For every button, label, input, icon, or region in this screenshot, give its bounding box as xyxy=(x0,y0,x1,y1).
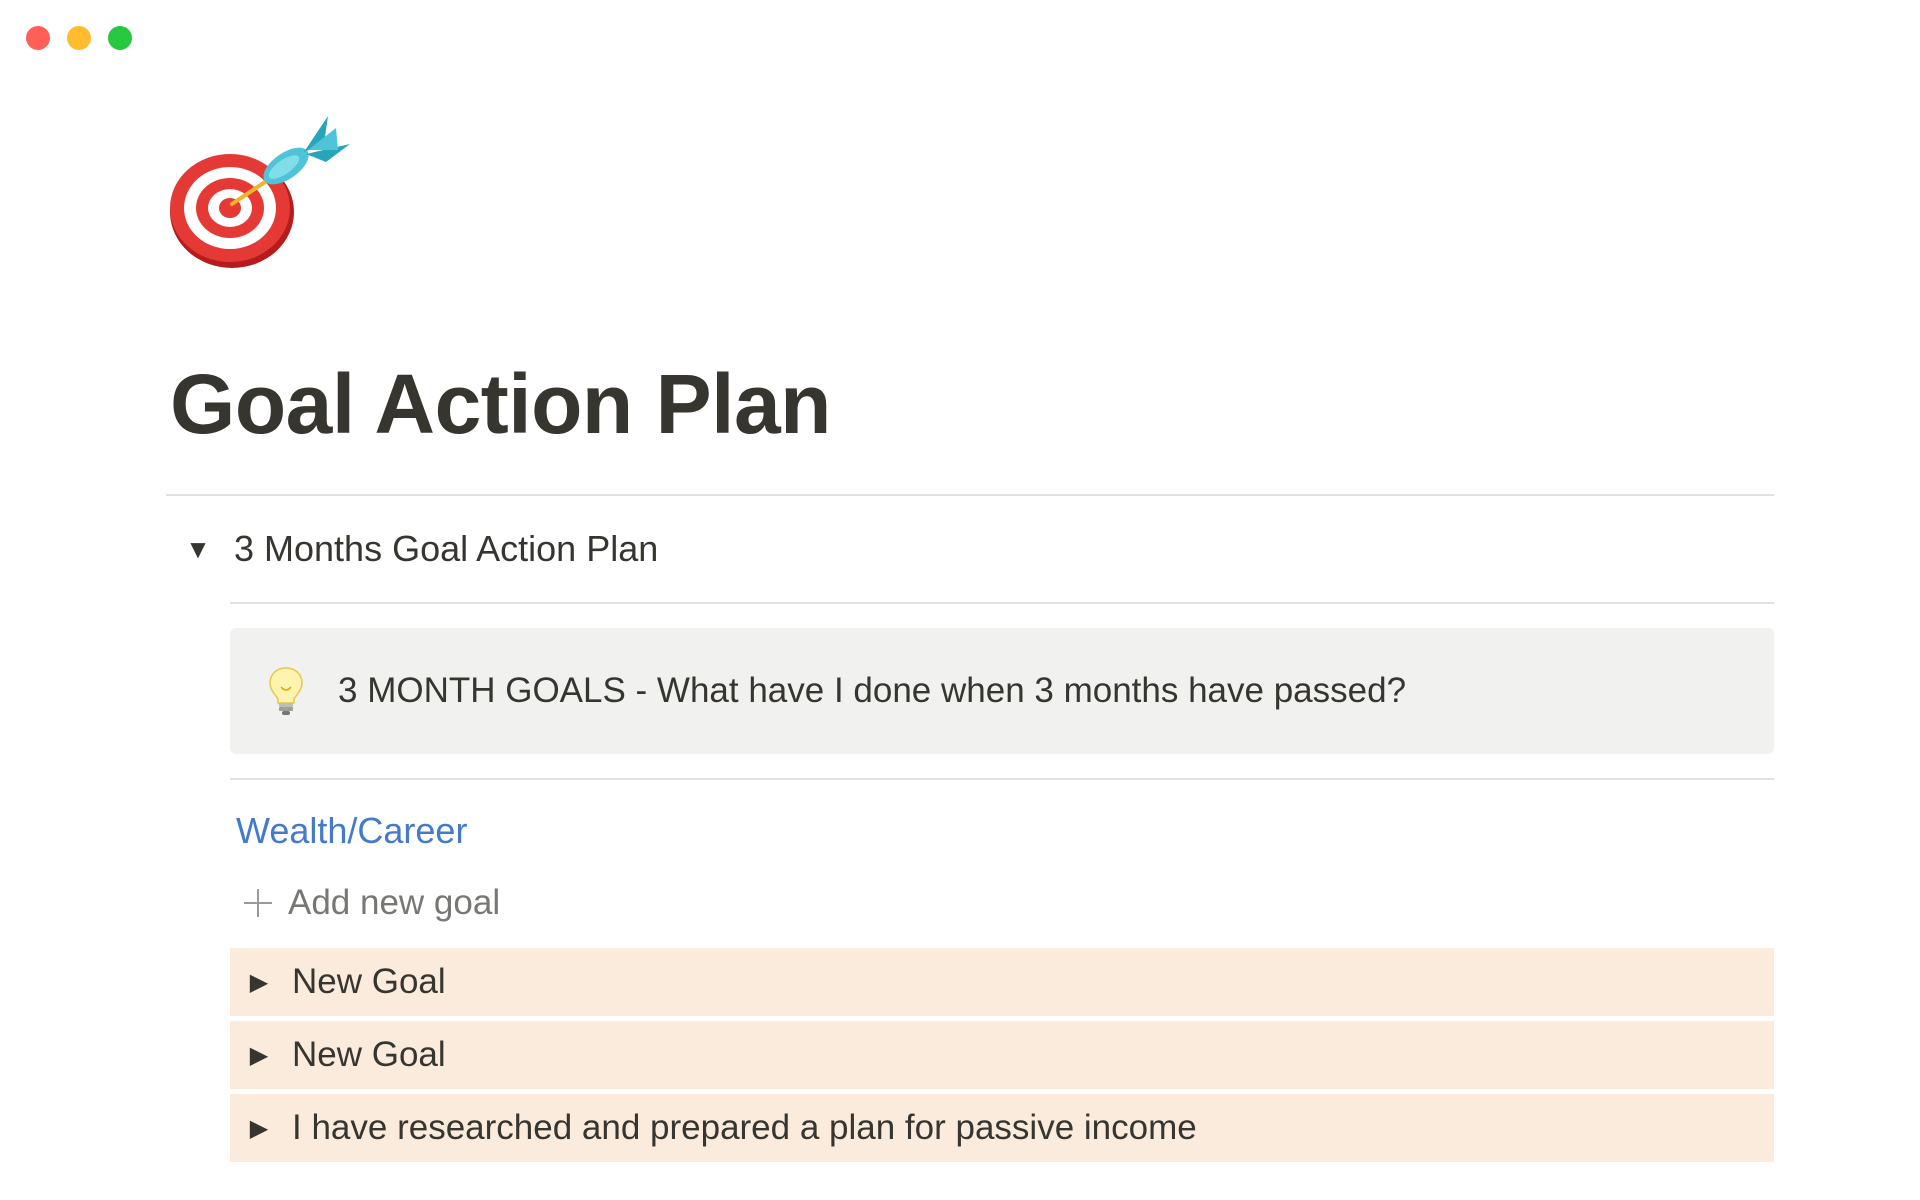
goal-list: ▶ New Goal ▶ New Goal ▶ I have researche… xyxy=(230,948,1774,1163)
toggle-title[interactable]: 3 Months Goal Action Plan xyxy=(230,528,658,570)
goal-label: New Goal xyxy=(292,962,446,1002)
toggle-content: 3 MONTH GOALS - What have I done when 3 … xyxy=(230,602,1774,1163)
triangle-right-icon[interactable]: ▶ xyxy=(230,1041,288,1070)
add-new-goal-button[interactable]: Add new goal xyxy=(230,878,1774,928)
triangle-down-icon[interactable]: ▼ xyxy=(166,534,230,565)
goal-label: New Goal xyxy=(292,1035,446,1075)
divider xyxy=(230,602,1774,605)
triangle-right-icon[interactable]: ▶ xyxy=(230,968,288,997)
lightbulb-icon xyxy=(269,667,303,716)
toggle-heading[interactable]: ▼ 3 Months Goal Action Plan xyxy=(166,496,1774,602)
close-window-button[interactable] xyxy=(26,26,50,50)
target-dart-icon[interactable] xyxy=(166,100,356,270)
callout[interactable]: 3 MONTH GOALS - What have I done when 3 … xyxy=(230,628,1774,755)
page-title[interactable]: Goal Action Plan xyxy=(166,358,1774,451)
section-link-wealth-career[interactable]: Wealth/Career xyxy=(230,810,467,852)
zoom-window-button[interactable] xyxy=(108,26,132,50)
app-window: Goal Action Plan ▼ 3 Months Goal Action … xyxy=(0,0,1920,1200)
goal-label: I have researched and prepared a plan fo… xyxy=(292,1108,1197,1148)
goal-item[interactable]: ▶ New Goal xyxy=(230,948,1774,1017)
window-controls xyxy=(26,26,132,50)
add-new-goal-label: Add new goal xyxy=(288,883,501,923)
triangle-right-icon[interactable]: ▶ xyxy=(230,1114,288,1143)
goal-item[interactable]: ▶ New Goal xyxy=(230,1021,1774,1090)
plus-icon xyxy=(244,889,272,918)
divider xyxy=(230,778,1774,781)
minimize-window-button[interactable] xyxy=(67,26,91,50)
goal-item[interactable]: ▶ I have researched and prepared a plan … xyxy=(230,1094,1774,1163)
callout-text[interactable]: 3 MONTH GOALS - What have I done when 3 … xyxy=(338,671,1406,711)
page-content: Goal Action Plan ▼ 3 Months Goal Action … xyxy=(166,100,1774,1167)
